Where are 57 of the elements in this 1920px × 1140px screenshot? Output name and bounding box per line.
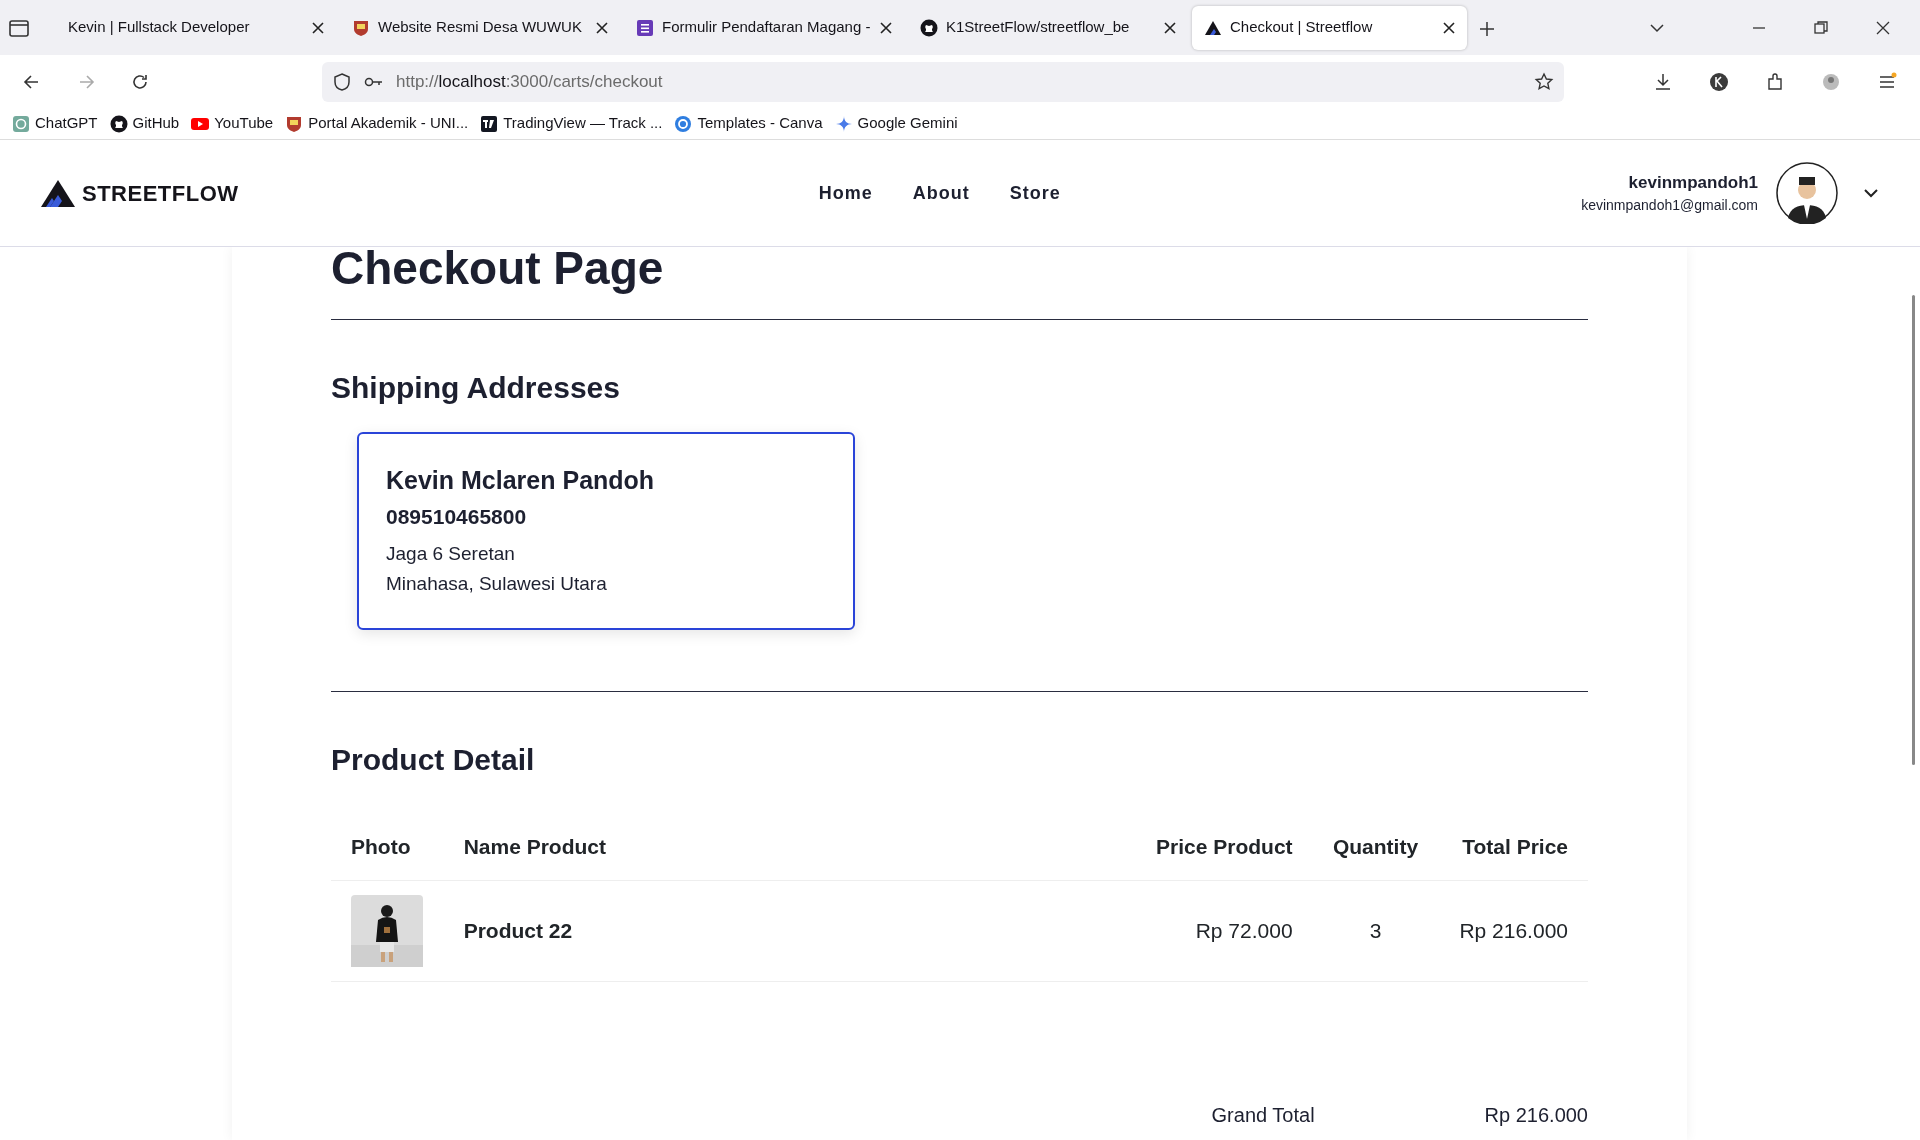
column-header: Name Product (443, 812, 1135, 881)
table-cell: Rp 72.000 (1135, 880, 1313, 982)
page-title: Checkout Page (331, 247, 665, 296)
close-icon (596, 21, 608, 34)
user-name: kevinmpandoh1 (1627, 171, 1758, 194)
browser-tab[interactable]: Kevin | Fullstack Developer (56, 5, 336, 50)
nav-link[interactable]: About (912, 179, 970, 207)
profile-icon[interactable] (1709, 71, 1729, 92)
section-title: Product Detail (331, 741, 536, 778)
section-title: Shipping Addresses (331, 369, 621, 406)
avatar (1776, 162, 1838, 224)
extensions-icon[interactable] (1765, 71, 1785, 92)
browser-tab[interactable]: K1StreetFlow/streetflow_be (908, 5, 1188, 50)
column-header: Photo (331, 812, 444, 881)
bookmark-link[interactable]: ChatGPT (12, 112, 98, 135)
grand-total-label: Grand Total (1211, 1103, 1315, 1129)
crest-icon (352, 18, 370, 37)
browser-tab[interactable]: Checkout | Streetflow (1192, 5, 1467, 50)
address-card[interactable]: Kevin Mclaren Pandoh 089510465800 Jaga 6 Seretan Minahasa, Sulawesi Utara (357, 431, 855, 630)
url-field[interactable]: http://localhost:3000/carts/checkout (322, 61, 1564, 102)
close-icon (1164, 21, 1176, 34)
table-cell: 3 (1312, 880, 1439, 982)
address-line: Jaga 6 Seretan (386, 541, 516, 566)
url-text: http://localhost:3000/carts/checkout (396, 70, 664, 93)
crest-icon (285, 114, 304, 133)
address-line: Minahasa, Sulawesi Utara (386, 572, 608, 597)
phone-number: 089510465800 (386, 504, 528, 531)
table-cell: Rp 216.000 (1438, 880, 1588, 982)
star-icon[interactable] (1534, 71, 1554, 92)
bookmark-link[interactable]: TradingView — Track ... (480, 112, 663, 135)
grand-total-value: Rp 216.000 (1484, 1103, 1588, 1129)
shield-icon (332, 71, 352, 92)
column-header: Quantity (1312, 812, 1439, 881)
download-icon[interactable] (1653, 71, 1673, 92)
nav-link[interactable]: Store (1009, 179, 1061, 207)
bookmark-link[interactable]: YouTube (191, 112, 274, 135)
recipient-name: Kevin Mclaren Pandoh (386, 464, 656, 496)
bookmark-link[interactable]: Google Gemini (834, 112, 958, 135)
triangle-logo-icon (40, 178, 76, 208)
browser-tab[interactable]: Website Resmi Desa WUWUK (340, 5, 620, 50)
nav-link[interactable]: Home (818, 179, 873, 207)
form-icon (636, 18, 654, 37)
restore-icon[interactable] (1812, 18, 1830, 37)
bookmark-link[interactable]: Portal Akademik - UNI... (285, 112, 469, 135)
brand-logo[interactable]: STREETFLOW (40, 176, 239, 210)
table-cell: Product 22 (443, 880, 1135, 982)
close-icon (880, 21, 892, 34)
account-icon[interactable] (1821, 71, 1841, 92)
user-email: kevinmpandoh1@gmail.com (1581, 196, 1758, 216)
bookmark-link[interactable]: GitHub (109, 112, 180, 135)
column-header: Total Price (1438, 812, 1588, 881)
scrollbar-thumb[interactable] (1912, 295, 1915, 765)
column-header: Price Product (1135, 812, 1313, 881)
browser-tab[interactable]: Formulir Pendaftaran Magang - (624, 5, 904, 50)
close-icon (312, 21, 324, 34)
close-icon (1443, 21, 1455, 34)
bookmark-link[interactable]: Templates - Canva (674, 112, 823, 135)
